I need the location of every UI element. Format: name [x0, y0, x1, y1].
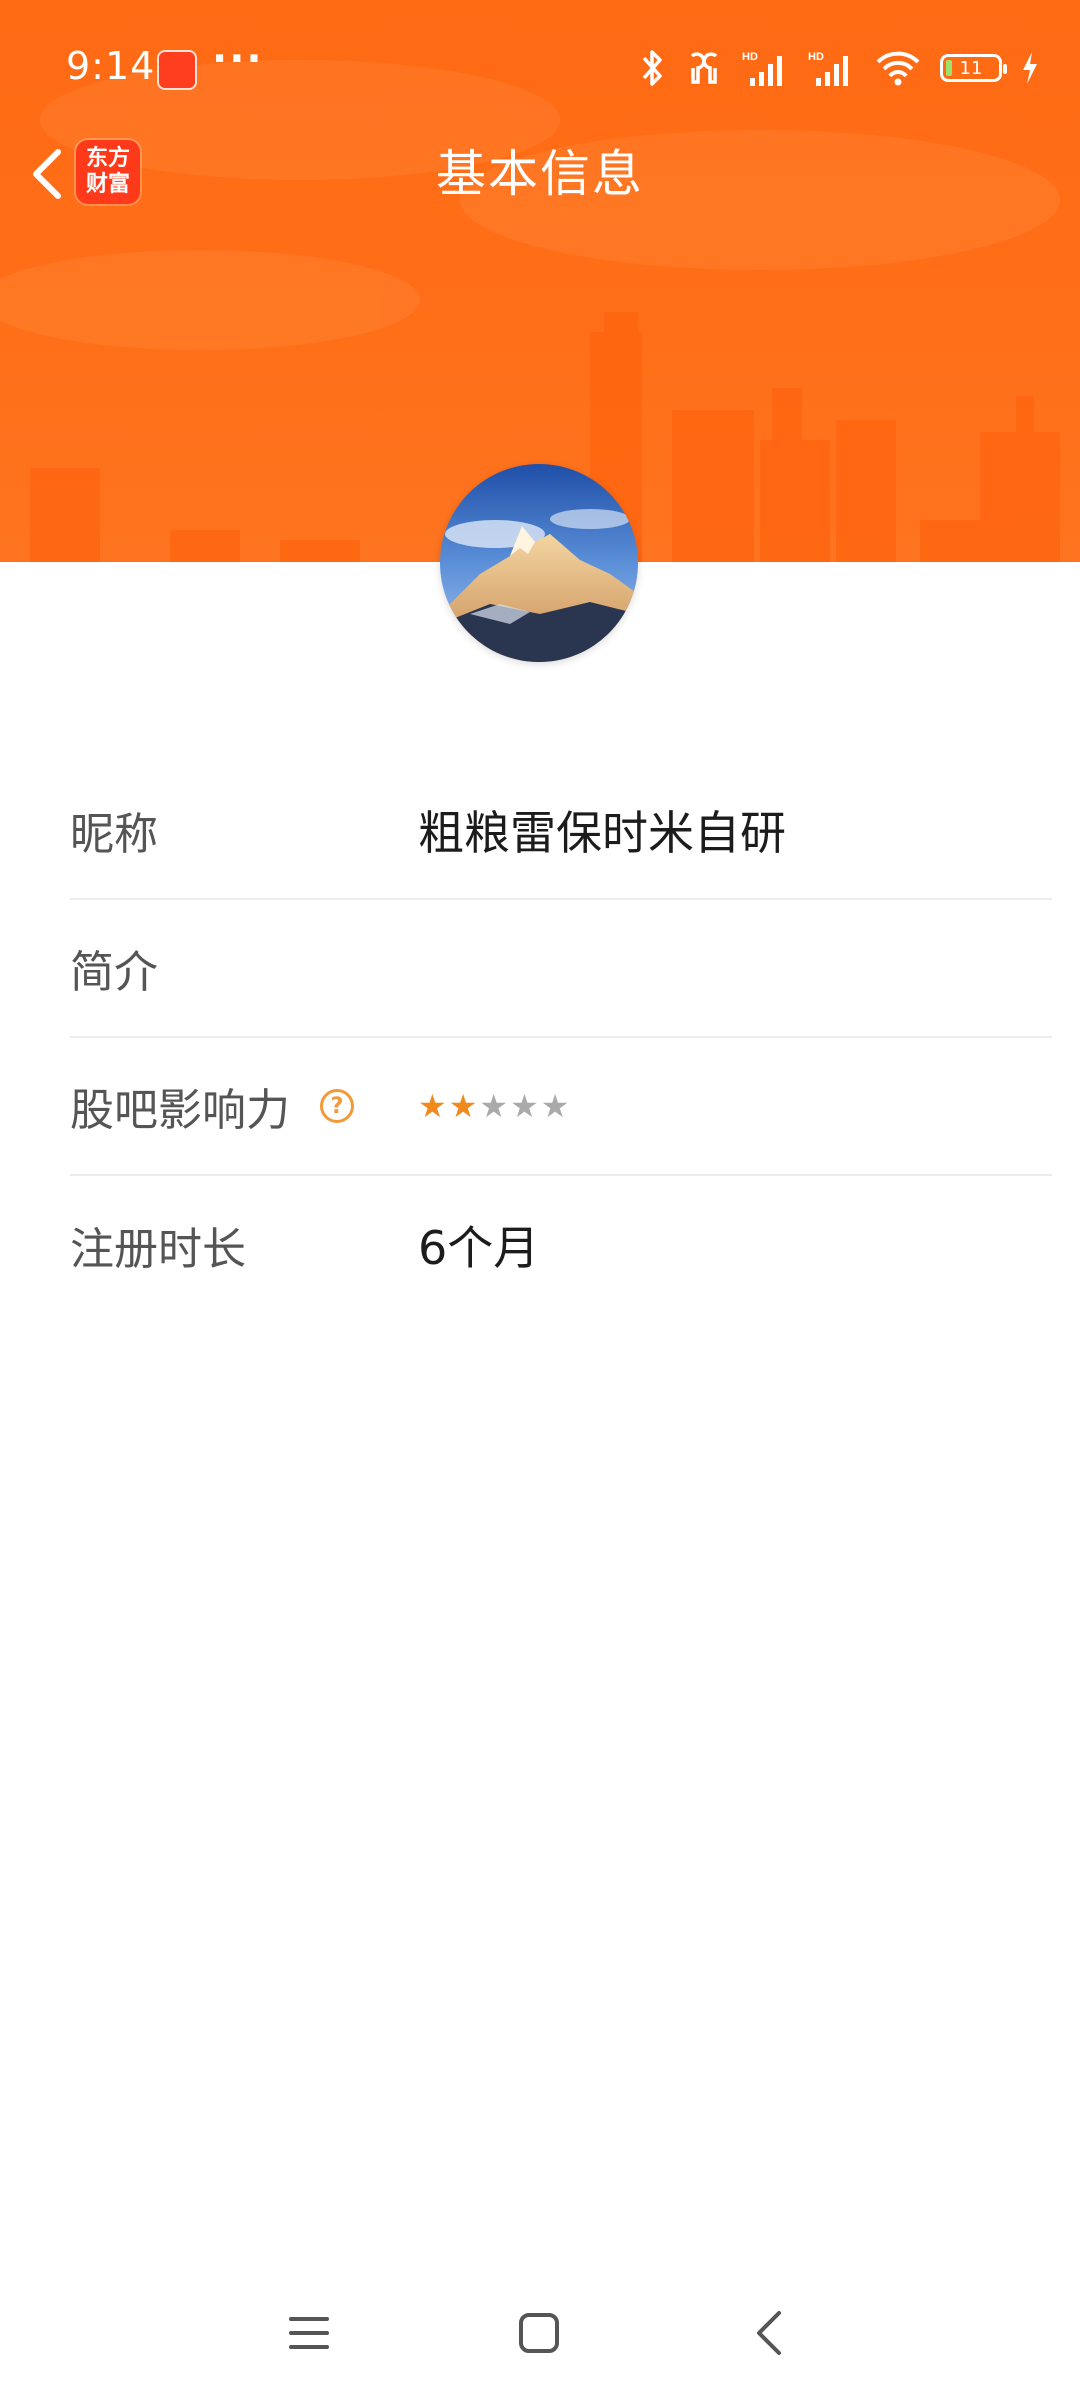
- battery-fill: [946, 60, 952, 76]
- nickname-label: 昵称: [70, 809, 158, 860]
- bluetooth-icon: [642, 50, 662, 86]
- charging-icon: [1023, 52, 1037, 84]
- nickname-value: 粗粮雷保时米自研: [418, 806, 786, 860]
- influence-row[interactable]: 股吧影响力 ? ★ ★ ★ ★ ★: [70, 1038, 1052, 1176]
- influence-rating: ★ ★ ★ ★ ★: [418, 1090, 569, 1122]
- battery-icon: 11: [940, 54, 1007, 82]
- page-title: 基本信息: [436, 145, 644, 203]
- star-empty-icon: ★: [510, 1087, 539, 1125]
- question-circle-icon[interactable]: ?: [320, 1089, 354, 1123]
- star-filled-icon: ★: [448, 1087, 478, 1125]
- mountain-avatar-image: [440, 464, 638, 662]
- avatar[interactable]: [440, 464, 638, 662]
- earbuds-icon: [690, 52, 718, 84]
- menu-icon: [289, 2317, 329, 2349]
- battery-level: 11: [959, 57, 983, 79]
- signal-hd-2-icon: HD: [808, 51, 848, 86]
- signal-hd-1-icon: HD: [742, 51, 782, 86]
- menu-button[interactable]: [264, 2290, 354, 2376]
- influence-label-wrap: 股吧影响力 ?: [70, 1074, 418, 1138]
- help-icon-glyph: ?: [330, 1093, 344, 1119]
- profile-info-list: 昵称 粗粮雷保时米自研 简介 股吧影响力 ? ★ ★ ★ ★ ★ 注册时长 6个…: [70, 762, 1052, 1314]
- registration-row[interactable]: 注册时长 6个月: [70, 1176, 1052, 1314]
- star-empty-icon: ★: [540, 1087, 570, 1125]
- svg-text:HD: HD: [742, 51, 758, 63]
- registration-value: 6个月: [418, 1221, 540, 1275]
- system-nav-bar: [0, 2290, 1080, 2376]
- status-bar: 9:14 ··· HD HD 11: [0, 0, 1080, 140]
- nickname-row[interactable]: 昵称 粗粮雷保时米自研: [70, 762, 1052, 900]
- bio-label: 简介: [70, 947, 158, 998]
- status-icons: HD HD 11: [638, 46, 1040, 90]
- square-home-icon: [519, 2313, 559, 2353]
- wifi-icon: [876, 51, 920, 86]
- star-empty-icon: ★: [479, 1087, 509, 1125]
- system-back-button[interactable]: [724, 2290, 814, 2376]
- registration-label: 注册时长: [70, 1224, 246, 1275]
- status-time: 9:14: [66, 44, 156, 88]
- influence-label: 股吧影响力: [70, 1085, 290, 1136]
- home-button[interactable]: [494, 2290, 584, 2376]
- svg-text:HD: HD: [808, 51, 824, 63]
- more-notifications-icon: ···: [212, 36, 264, 82]
- bio-row[interactable]: 简介: [70, 900, 1052, 1038]
- page: 9:14 ··· HD HD 11 东方 财富 基本信息 昵称 粗粮雷保时米自研…: [0, 0, 1080, 2400]
- star-filled-icon: ★: [418, 1087, 447, 1125]
- notification-app-icon: [157, 50, 197, 90]
- triangle-back-icon: [757, 2311, 781, 2355]
